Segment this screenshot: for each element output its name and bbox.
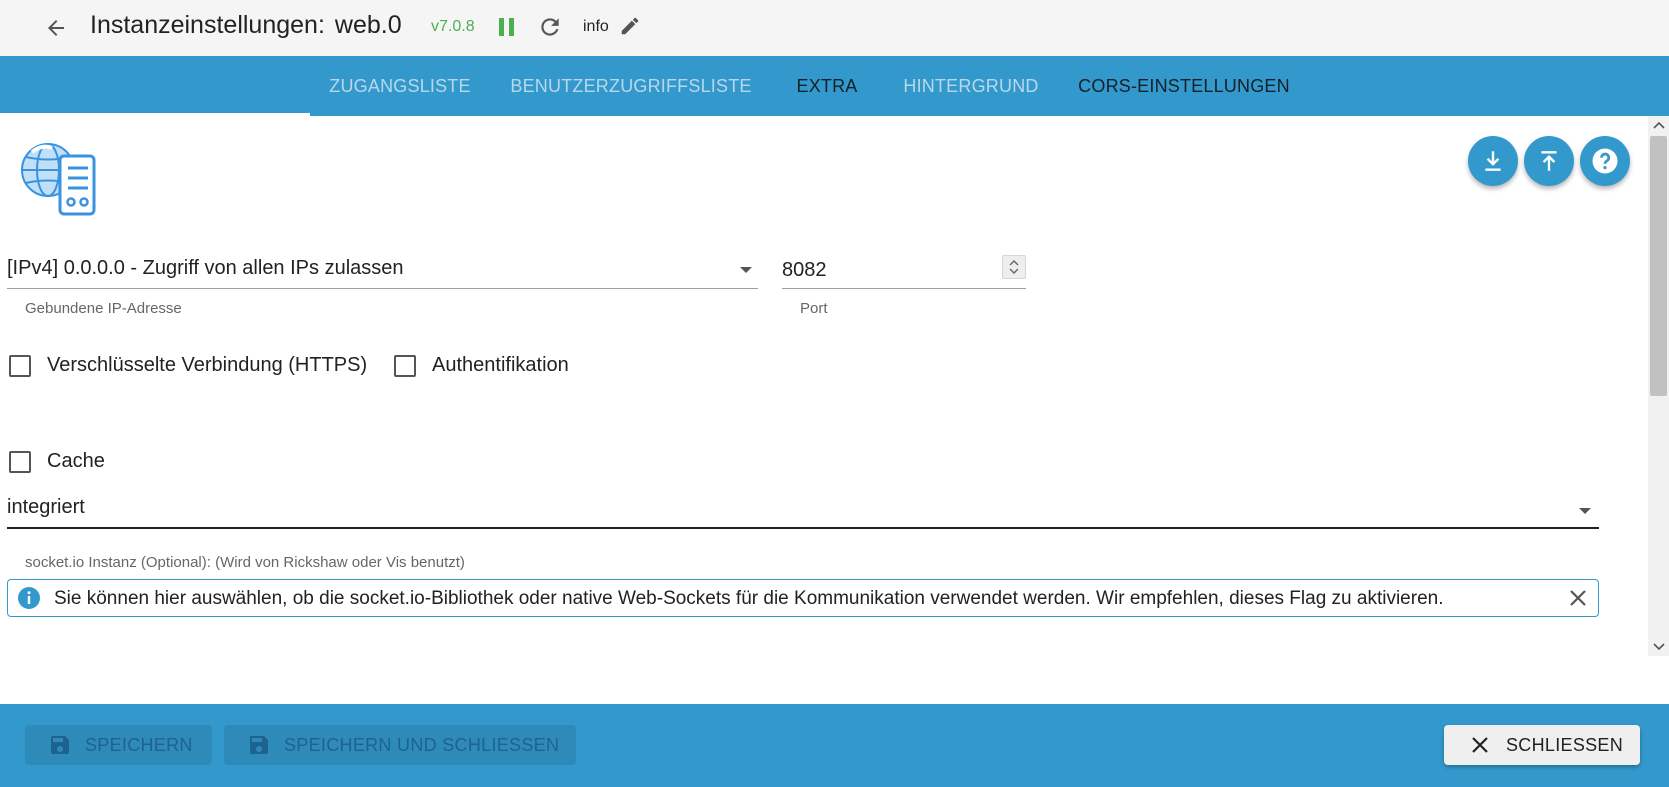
info-icon: [18, 587, 40, 609]
settings-content: [IPv4] 0.0.0.0 - Zugriff von allen IPs z…: [0, 116, 1648, 656]
tab-background[interactable]: HINTERGRUND: [896, 56, 1046, 116]
arrow-back-icon: [48, 20, 64, 36]
page-title: Instanzeinstellungen: web.0: [90, 11, 402, 40]
instance-name: web.0: [334, 11, 402, 39]
footer-bar: SPEICHERN SPEICHERN UND SCHLIESSEN SCHLI…: [0, 704, 1669, 787]
save-icon: [47, 732, 73, 758]
download-icon: [1485, 151, 1501, 171]
cache-label: Cache: [47, 450, 105, 472]
port-helper: Port: [800, 300, 828, 317]
socket-instance-value: integriert: [7, 496, 85, 518]
port-field: [782, 253, 1026, 289]
info-alert-text: Sie können hier auswählen, ob die socket…: [54, 588, 1444, 609]
tab-access-list[interactable]: ZUGANGSLISTE: [318, 56, 482, 116]
auth-checkbox[interactable]: [394, 354, 416, 377]
info-alert: Sie können hier auswählen, ob die socket…: [7, 579, 1599, 617]
version-label: v7.0.8: [431, 18, 475, 35]
top-header: Instanzeinstellungen: web.0 v7.0.8 info: [0, 0, 1669, 56]
page-title-prefix: Instanzeinstellungen:: [90, 11, 325, 39]
alert-close-button[interactable]: [1566, 586, 1590, 610]
socket-instance-helper: socket.io Instanz (Optional): (Wird von …: [25, 554, 465, 571]
help-button[interactable]: [1580, 136, 1630, 186]
chevron-down-icon: [1652, 643, 1665, 651]
https-label: Verschlüsselte Verbindung (HTTPS): [47, 354, 368, 376]
https-checkbox-row[interactable]: Verschlüsselte Verbindung (HTTPS): [9, 354, 367, 377]
download-config-button[interactable]: [1468, 136, 1518, 186]
tab-cors-settings[interactable]: CORS-EINSTELLUNGEN: [1072, 56, 1296, 116]
bind-ip-select[interactable]: [IPv4] 0.0.0.0 - Zugriff von allen IPs z…: [7, 253, 758, 289]
log-level-label: info: [583, 18, 609, 35]
port-input[interactable]: [782, 255, 982, 285]
scroll-down-button[interactable]: [1648, 638, 1669, 656]
scroll-thumb[interactable]: [1650, 136, 1667, 396]
save-label: SPEICHERN: [85, 734, 193, 755]
auth-checkbox-row[interactable]: Authentifikation: [394, 354, 569, 377]
scroll-up-button[interactable]: [1648, 116, 1669, 134]
spinner-arrows-icon: [1009, 260, 1019, 274]
reload-instance-button[interactable]: [535, 12, 565, 42]
upload-icon: [1541, 151, 1557, 171]
auth-label: Authentifikation: [432, 354, 569, 376]
socket-instance-select[interactable]: integriert: [7, 492, 1599, 529]
dropdown-arrow-icon: [1579, 508, 1591, 514]
close-button[interactable]: SCHLIESSEN: [1444, 725, 1640, 765]
bind-ip-value: [IPv4] 0.0.0.0 - Zugriff von allen IPs z…: [7, 257, 404, 279]
content-scrollbar[interactable]: [1648, 116, 1669, 656]
pencil-icon: [621, 17, 639, 35]
cache-checkbox[interactable]: [9, 450, 31, 473]
back-button[interactable]: [38, 10, 74, 46]
close-label: SCHLIESSEN: [1506, 734, 1624, 755]
tab-bar: ZUGANGSLISTE BENUTZERZUGRIFFSLISTE EXTRA…: [0, 56, 1669, 116]
save-icon: [246, 732, 272, 758]
dropdown-arrow-icon: [740, 267, 752, 273]
pause-instance-button[interactable]: [493, 13, 521, 41]
close-icon: [1570, 590, 1586, 606]
save-button[interactable]: SPEICHERN: [25, 725, 212, 765]
chevron-up-icon: [1652, 121, 1665, 129]
tab-user-access-list[interactable]: BENUTZERZUGRIFFSLISTE: [500, 56, 762, 116]
cache-checkbox-row[interactable]: Cache: [9, 450, 105, 473]
edit-log-level-button[interactable]: [617, 13, 643, 39]
pause-icon: [499, 18, 514, 36]
refresh-icon: [541, 18, 559, 36]
https-checkbox[interactable]: [9, 354, 31, 377]
web-adapter-logo-icon: [21, 143, 96, 216]
close-icon: [1468, 733, 1492, 757]
save-and-close-button[interactable]: SPEICHERN UND SCHLIESSEN: [224, 725, 576, 765]
port-spinner[interactable]: [1002, 255, 1026, 279]
upload-config-button[interactable]: [1524, 136, 1574, 186]
bind-ip-helper: Gebundene IP-Adresse: [25, 300, 182, 317]
help-icon: [1592, 148, 1618, 174]
tab-extra[interactable]: EXTRA: [786, 56, 868, 116]
save-and-close-label: SPEICHERN UND SCHLIESSEN: [284, 734, 560, 755]
